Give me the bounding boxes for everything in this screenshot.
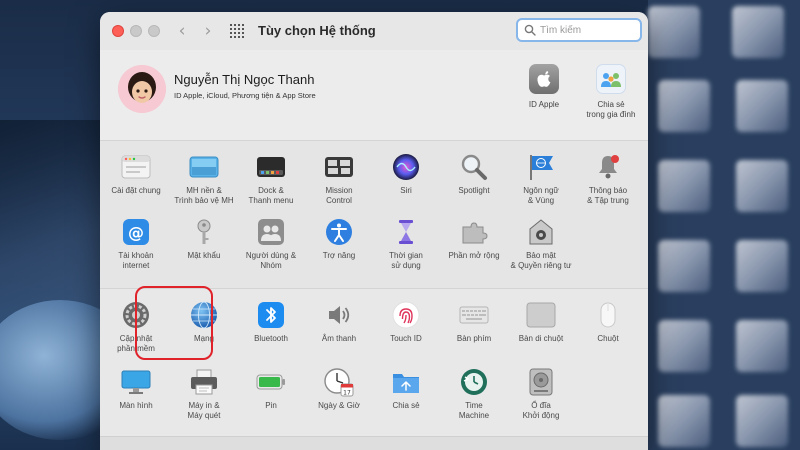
battery-icon (256, 367, 286, 397)
memoji-avatar-icon (118, 65, 166, 113)
background-thumbnail (658, 160, 710, 212)
pref-touch-id[interactable]: Touch ID (372, 300, 440, 344)
pref-users-groups[interactable]: Người dùng & Nhóm (237, 217, 305, 271)
desktop-wallpaper-ridge (0, 120, 110, 320)
pref-spotlight[interactable]: Spotlight (440, 152, 508, 196)
pref-notifications-focus[interactable]: Thông báo & Tập trung (574, 152, 642, 206)
account-subtitle: ID Apple, iCloud, Phương tiện & App Stor… (174, 91, 316, 100)
window-title: Tùy chọn Hệ thống (258, 23, 376, 38)
security-privacy-icon (526, 217, 556, 247)
pref-security-privacy[interactable]: Bảo mật & Quyền riêng tư (507, 217, 575, 271)
siri-icon (391, 152, 421, 182)
user-name: Nguyễn Thị Ngọc Thanh (174, 72, 315, 87)
spotlight-icon (459, 152, 489, 182)
background-thumbnail (736, 240, 788, 292)
startup-disk-icon (526, 367, 556, 397)
mouse-icon (593, 300, 623, 330)
displays-icon (121, 367, 151, 397)
background-thumbnail (648, 6, 700, 58)
account-header[interactable]: Nguyễn Thị Ngọc Thanh ID Apple, iCloud, … (100, 50, 648, 140)
minimize-window-button[interactable] (130, 25, 142, 37)
passwords-icon (189, 217, 219, 247)
pref-extensions[interactable]: Phần mở rộng (440, 217, 508, 261)
background-thumbnail (658, 80, 710, 132)
pref-battery[interactable]: Pin (237, 367, 305, 411)
pref-desktop-screensaver[interactable]: MH nền & Trình bảo vệ MH (170, 152, 238, 206)
pref-date-time[interactable]: 17 Ngày & Giờ (305, 367, 373, 411)
zoom-window-button[interactable] (148, 25, 160, 37)
background-thumbnail (732, 6, 784, 58)
avatar[interactable] (118, 65, 166, 113)
pref-time-machine[interactable]: Time Machine (440, 367, 508, 421)
pref-printers-scanners[interactable]: Máy in & Máy quét (170, 367, 238, 421)
trackpad-icon (526, 300, 556, 330)
bluetooth-icon (256, 300, 286, 330)
window-bottom-strip (100, 436, 648, 450)
family-sharing-icon (596, 64, 626, 94)
keyboard-icon (459, 300, 489, 330)
printers-icon (189, 367, 219, 397)
notifications-icon (593, 152, 623, 182)
background-thumbnail (736, 160, 788, 212)
pref-mouse[interactable]: Chuột (574, 300, 642, 344)
date-time-icon: 17 (324, 367, 354, 397)
family-sharing-button[interactable]: Chia sẻ trong gia đình (571, 64, 648, 120)
close-window-button[interactable] (112, 25, 124, 37)
pref-dock-menubar[interactable]: Dock & Thanh menu (237, 152, 305, 206)
pref-sound[interactable]: Âm thanh (305, 300, 373, 344)
time-machine-icon (459, 367, 489, 397)
language-region-icon (526, 152, 556, 182)
sharing-icon (391, 367, 421, 397)
search-icon (524, 24, 536, 36)
pref-siri[interactable]: Siri (372, 152, 440, 196)
pref-internet-accounts[interactable]: @ Tài khoản internet (102, 217, 170, 271)
screen-time-icon (391, 217, 421, 247)
desktop-screensaver-icon (189, 152, 219, 182)
background-thumbnail (658, 240, 710, 292)
general-icon (121, 152, 151, 182)
dock-icon (256, 152, 286, 182)
svg-text:@: @ (128, 223, 144, 242)
background-windows (648, 0, 800, 450)
accessibility-icon (324, 217, 354, 247)
pref-general[interactable]: Cài đặt chung (102, 152, 170, 196)
system-preferences-window: ‹ › Tùy chọn Hệ thống Nguyễn (100, 12, 648, 450)
internet-accounts-icon: @ (121, 217, 151, 247)
extensions-icon (459, 217, 489, 247)
pref-passwords[interactable]: Mật khẩu (170, 217, 238, 261)
search-field[interactable] (516, 18, 642, 42)
bluetooth-highlight-box (135, 286, 213, 360)
family-sharing-label: Chia sẻ trong gia đình (586, 100, 636, 119)
forward-chevron-icon[interactable]: › (198, 21, 218, 41)
background-thumbnail (736, 320, 788, 372)
search-input[interactable] (540, 22, 636, 38)
pref-displays[interactable]: Màn hình (102, 367, 170, 411)
pref-language-region[interactable]: Ngôn ngữ & Vùng (507, 152, 575, 206)
sound-icon (324, 300, 354, 330)
background-thumbnail (658, 395, 710, 447)
svg-text:17: 17 (343, 390, 351, 397)
users-groups-icon (256, 217, 286, 247)
back-chevron-icon[interactable]: ‹ (172, 21, 192, 41)
title-bar: ‹ › Tùy chọn Hệ thống (100, 12, 648, 50)
background-thumbnail (736, 80, 788, 132)
pref-mission-control[interactable]: Mission Control (305, 152, 373, 206)
pref-keyboard[interactable]: Bàn phím (440, 300, 508, 344)
pref-startup-disk[interactable]: Ổ đĩa Khởi động (507, 367, 575, 421)
pref-sharing[interactable]: Chia sẻ (372, 367, 440, 411)
background-thumbnail (658, 320, 710, 372)
background-thumbnail (736, 395, 788, 447)
apple-id-icon (529, 64, 559, 94)
touch-id-icon (391, 300, 421, 330)
pref-accessibility[interactable]: Trợ năng (305, 217, 373, 261)
pref-trackpad[interactable]: Bàn di chuột (507, 300, 575, 344)
pref-screen-time[interactable]: Thời gian sử dụng (372, 217, 440, 271)
pref-bluetooth[interactable]: Bluetooth (237, 300, 305, 344)
show-all-grid-icon[interactable] (230, 24, 244, 38)
mission-control-icon (324, 152, 354, 182)
